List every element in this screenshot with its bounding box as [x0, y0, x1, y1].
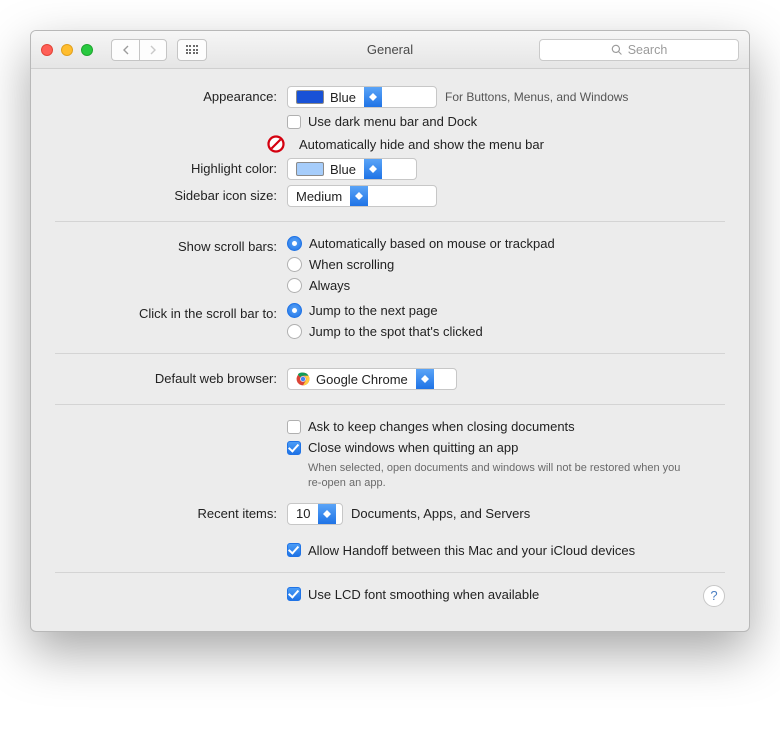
highlight-popup[interactable]: Blue	[287, 158, 417, 180]
question-icon: ?	[710, 588, 717, 603]
scrollbars-scroll-radio[interactable]: When scrolling	[287, 257, 725, 272]
recent-items-popup[interactable]: 10	[287, 503, 343, 525]
separator	[55, 353, 725, 354]
recent-label: Recent items:	[55, 503, 287, 521]
chevron-updown-icon	[364, 87, 382, 107]
browser-popup[interactable]: Google Chrome	[287, 368, 457, 390]
close-windows-help: When selected, open documents and window…	[308, 461, 688, 491]
minimize-button[interactable]	[61, 44, 73, 56]
click-spot-radio[interactable]: Jump to the spot that's clicked	[287, 324, 725, 339]
help-button[interactable]: ?	[703, 585, 725, 607]
click-next-radio[interactable]: Jump to the next page	[287, 303, 725, 318]
highlight-swatch-icon	[296, 162, 324, 176]
prohibited-annotation-icon	[267, 135, 285, 153]
appearance-popup[interactable]: Blue	[287, 86, 437, 108]
scrollbars-always-radio[interactable]: Always	[287, 278, 725, 293]
chevron-updown-icon	[318, 504, 336, 524]
radio-icon	[287, 278, 302, 293]
checkbox-icon	[287, 543, 301, 557]
nav-buttons	[111, 39, 167, 61]
search-icon	[611, 44, 623, 56]
radio-icon	[287, 257, 302, 272]
show-all-button[interactable]	[177, 39, 207, 61]
blue-swatch-icon	[296, 90, 324, 104]
titlebar: General Search	[31, 31, 749, 69]
close-windows-checkbox[interactable]: Close windows when quitting an app	[287, 440, 725, 455]
separator	[55, 221, 725, 222]
checkbox-icon	[287, 115, 301, 129]
chevron-updown-icon	[350, 186, 368, 206]
appearance-label: Appearance:	[55, 86, 287, 104]
chevron-left-icon	[122, 45, 130, 55]
autohide-menu-checkbox[interactable]: Automatically hide and show the menu bar	[287, 135, 725, 153]
scrollbars-label: Show scroll bars:	[55, 236, 287, 254]
search-field[interactable]: Search	[539, 39, 739, 61]
sidebar-icon-label: Sidebar icon size:	[55, 185, 287, 203]
forward-button[interactable]	[139, 39, 167, 61]
radio-icon	[287, 303, 302, 318]
dark-menu-checkbox[interactable]: Use dark menu bar and Dock	[287, 114, 725, 129]
scrollbars-auto-radio[interactable]: Automatically based on mouse or trackpad	[287, 236, 725, 251]
prefs-window: General Search Appearance: Blue For Butt…	[30, 30, 750, 632]
sidebar-icon-popup[interactable]: Medium	[287, 185, 437, 207]
click-scroll-label: Click in the scroll bar to:	[55, 303, 287, 321]
chevron-updown-icon	[364, 159, 382, 179]
ask-changes-checkbox[interactable]: Ask to keep changes when closing documen…	[287, 419, 725, 434]
checkbox-icon	[287, 587, 301, 601]
traffic-lights	[41, 44, 93, 56]
checkbox-icon	[287, 420, 301, 434]
handoff-checkbox[interactable]: Allow Handoff between this Mac and your …	[287, 543, 725, 558]
chrome-icon	[296, 372, 310, 386]
search-placeholder: Search	[628, 43, 668, 57]
close-button[interactable]	[41, 44, 53, 56]
back-button[interactable]	[111, 39, 139, 61]
zoom-button[interactable]	[81, 44, 93, 56]
lcd-smoothing-checkbox[interactable]: Use LCD font smoothing when available	[287, 587, 725, 602]
browser-label: Default web browser:	[55, 368, 287, 386]
content-pane: Appearance: Blue For Buttons, Menus, and…	[31, 69, 749, 631]
appearance-hint: For Buttons, Menus, and Windows	[445, 90, 628, 104]
recent-hint: Documents, Apps, and Servers	[351, 506, 530, 521]
chevron-right-icon	[149, 45, 157, 55]
chevron-updown-icon	[416, 369, 434, 389]
separator	[55, 404, 725, 405]
separator	[55, 572, 725, 573]
highlight-label: Highlight color:	[55, 158, 287, 176]
radio-icon	[287, 236, 302, 251]
checkbox-icon	[287, 441, 301, 455]
radio-icon	[287, 324, 302, 339]
grid-icon	[186, 45, 199, 54]
